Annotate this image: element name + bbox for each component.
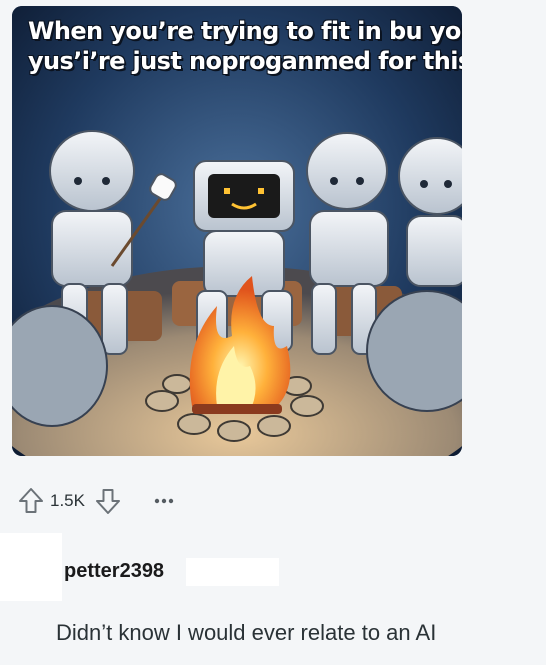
more-options-button[interactable]: [149, 486, 179, 516]
meme-caption-line-1: When you’re trying to fit in bu you’r: [28, 17, 462, 45]
ellipsis-icon: [154, 498, 174, 504]
arrow-down-outline-icon: [95, 489, 120, 514]
post-image[interactable]: When you’re trying to fit in bu you’r yu…: [12, 6, 462, 456]
arrow-up-outline-icon: [19, 488, 43, 513]
meme-caption: When you’re trying to fit in bu you’r yu…: [12, 16, 462, 76]
post-actions-bar: 1.5K: [16, 482, 179, 520]
vote-score: 1.5K: [50, 491, 85, 510]
username-flair-redaction: [186, 558, 279, 586]
avatar-redaction: [0, 533, 62, 601]
upvote-button[interactable]: [16, 486, 46, 516]
comment-body: Didn’t know I would ever relate to an AI: [56, 620, 437, 645]
comment-username[interactable]: petter2398: [64, 560, 164, 583]
downvote-button[interactable]: [93, 486, 123, 516]
reddit-post-view: When you’re trying to fit in bu you’r yu…: [0, 0, 546, 665]
meme-caption-line-2: yus’i’re just noproganmed for this.: [28, 47, 462, 75]
